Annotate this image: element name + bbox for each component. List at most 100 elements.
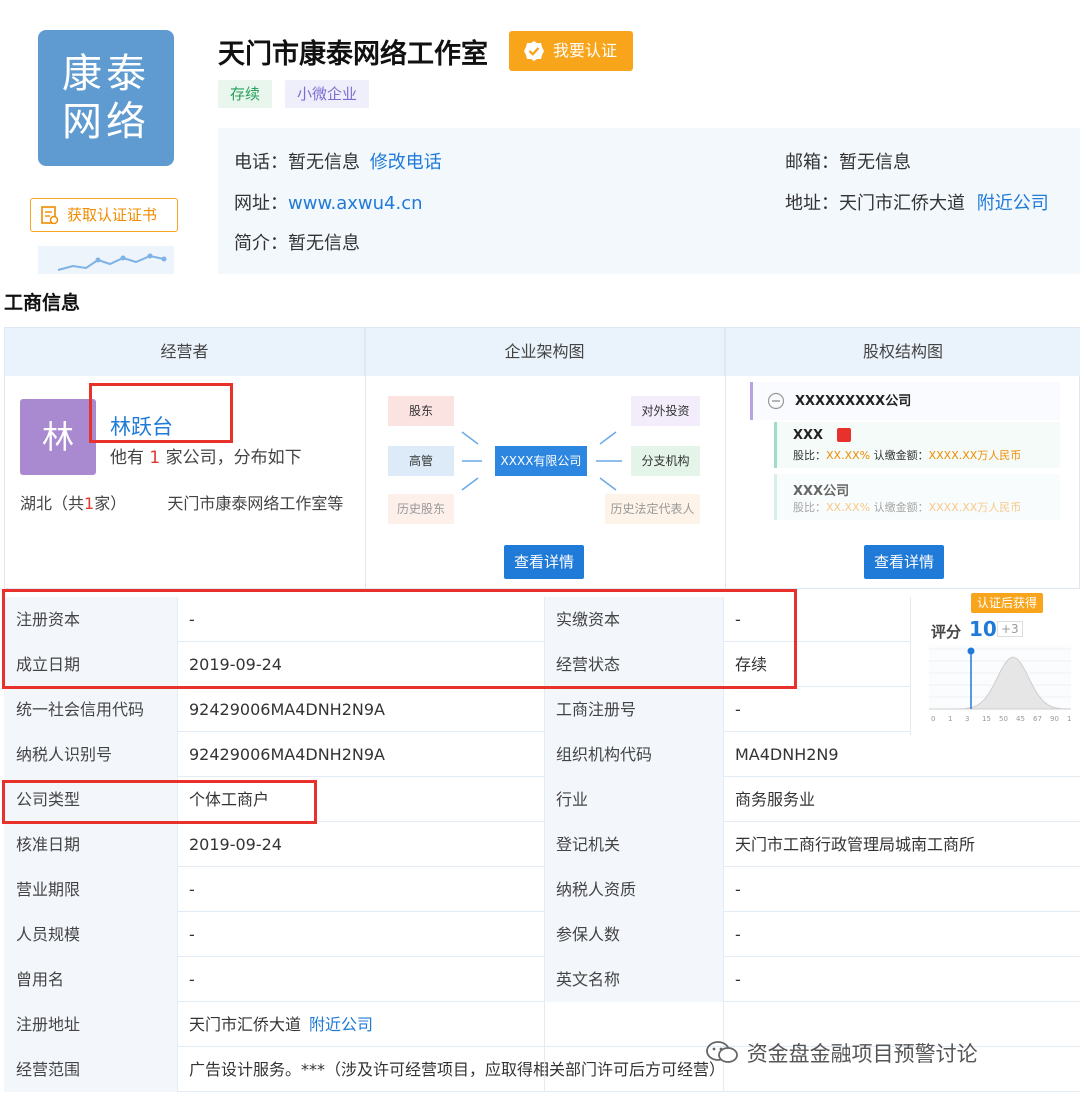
region-row[interactable]: 湖北（共1家） 天门市康泰网络工作室等 (20, 490, 343, 514)
node-2-ratio-label: 股比： (793, 501, 826, 514)
address-row: 地址：天门市汇侨大道 附近公司 (785, 189, 1049, 215)
intro-label: 简介： (234, 233, 288, 254)
field-value: - (735, 970, 741, 989)
email-label: 邮箱： (785, 152, 839, 173)
panel-divider (725, 328, 726, 590)
address-value: 天门市汇侨大道 (839, 193, 965, 214)
nearby-company-link[interactable]: 附近公司 (309, 1015, 373, 1034)
field-label: 行业 (544, 777, 723, 822)
phone-row: 电话：暂无信息 修改电话 (234, 148, 442, 174)
score-label: 评分 (931, 623, 962, 641)
collapse-icon[interactable] (767, 392, 785, 410)
website-label: 网址： (234, 193, 288, 214)
website-link[interactable]: www.axwu4.cn (288, 193, 423, 214)
field-label: 工商注册号 (544, 687, 723, 732)
table-row: 核准日期 2019-09-24 登记机关 天门市工商行政管理局城南工商所 (4, 822, 1080, 867)
score-distribution-chart: 0 1 3 15 50 45 67 90 100 (929, 645, 1071, 723)
score-bonus: +3 (997, 621, 1023, 637)
size-badge: 小微企业 (285, 80, 370, 108)
reg-address-value: 天门市汇侨大道 (189, 1015, 302, 1034)
field-label: 人员规模 (4, 912, 177, 957)
field-label: 纳税人识别号 (4, 732, 177, 777)
field-label: 纳税人资质 (544, 867, 723, 912)
avatar: 林 (20, 399, 96, 475)
score-axis-tick: 0 (931, 715, 935, 723)
intro-value: 暂无信息 (288, 233, 360, 254)
region-count: 1 (84, 494, 95, 513)
equity-root-row: XXXXXXXXX公司 (750, 382, 1060, 420)
field-label: 曾用名 (4, 957, 177, 1002)
equity-node-1: XXX 股比：XX.XX% 认缴金额：XXXX.XX万人民币 (774, 422, 1060, 468)
field-label: 注册地址 (4, 1002, 177, 1047)
field-value: MA4DNH2N9 (735, 745, 839, 764)
field-value: - (189, 970, 195, 989)
intro-row: 简介：暂无信息 (234, 229, 360, 255)
node-1-ratio-label: 股比： (793, 449, 826, 462)
wechat-icon (706, 1041, 738, 1063)
logo-line-2: 网络 (62, 99, 150, 145)
nearby-company-link[interactable]: 附近公司 (977, 193, 1049, 214)
field-label: 营业期限 (4, 867, 177, 912)
watermark-text: 资金盘金融项目预警讨论 (746, 1042, 978, 1066)
equity-chart-detail-button[interactable]: 查看详情 (864, 545, 944, 579)
table-row: 营业期限 - 纳税人资质 - (4, 867, 1080, 912)
score-axis-tick: 50 (999, 715, 1008, 723)
field-label: 登记机关 (544, 822, 723, 867)
org-chart: 股东 高管 历史股东 XXXX有限公司 对外投资 分支机构 历史法定代表人 (388, 390, 700, 524)
equity-root-name: XXXXXXXXX公司 (795, 394, 912, 409)
score-axis-tick: 45 (1016, 715, 1025, 723)
node-1-ratio: XX.XX% (826, 449, 871, 462)
score-marker-pin (967, 647, 975, 655)
verify-button[interactable]: 我要认证 (509, 31, 633, 71)
operator-panel-header: 经营者 (5, 328, 365, 376)
org-arrows (461, 431, 622, 491)
field-value: 天门市工商行政管理局城南工商所 (735, 835, 976, 854)
node-2-ratio: XX.XX% (826, 501, 871, 514)
equity-node-1-detail: 股比：XX.XX% 认缴金额：XXXX.XX万人民币 (793, 447, 1021, 463)
region-prefix: 湖北（共 (20, 494, 85, 513)
field-label: 英文名称 (544, 957, 723, 1002)
node-1-amount: XXXX.XX万人民币 (928, 449, 1022, 462)
field-value: 商务服务业 (735, 790, 816, 809)
sparkline-graphic (57, 253, 167, 271)
email-row: 邮箱：暂无信息 (785, 148, 911, 174)
verified-badge-icon (524, 41, 544, 61)
watermark: 资金盘金融项目预警讨论 (704, 1038, 978, 1068)
field-label: 核准日期 (4, 822, 177, 867)
node-2-amount: XXXX.XX万人民币 (928, 501, 1022, 514)
logo-line-1: 康泰 (62, 51, 150, 97)
table-row: 统一社会信用代码 92429006MA4DNH2N9A 工商注册号 - (4, 687, 910, 732)
equity-chart: XXXXXXXXX公司 XXX 股比：XX.XX% 认缴金额：XXXX.XX万人… (750, 378, 1060, 526)
contact-info-panel: 电话：暂无信息 修改电话 邮箱：暂无信息 网址：www.axwu4.cn 地址：… (218, 128, 1080, 274)
score-widget: 认证后获得 评分 10 +3 0 1 3 15 50 45 67 90 100 (910, 593, 1080, 735)
get-certificate-label: 获取认证证书 (67, 206, 158, 224)
table-row: 纳税人识别号 92429006MA4DNH2N9A 组织机构代码 MA4DNH2N9 (4, 732, 1080, 777)
field-value: - (735, 880, 741, 899)
highlight-box-operator (89, 383, 233, 443)
equity-panel-header: 股权结构图 (725, 328, 1080, 376)
certificate-icon (41, 206, 59, 225)
table-row: 曾用名 - 英文名称 - (4, 957, 1080, 1002)
score-axis-tick: 100 (1067, 715, 1071, 723)
status-badge: 存续 (218, 80, 273, 108)
score-value: 10 (969, 617, 997, 641)
summary-prefix: 他有 (110, 448, 144, 468)
org-chart-detail-button[interactable]: 查看详情 (504, 545, 584, 579)
edit-phone-link[interactable]: 修改电话 (370, 152, 442, 173)
equity-node-2-detail: 股比：XX.XX% 认缴金额：XXXX.XX万人民币 (793, 499, 1021, 515)
address-label: 地址： (785, 193, 839, 214)
equity-node-2: XXX公司 股比：XX.XX% 认缴金额：XXXX.XX万人民币 (774, 474, 1060, 520)
get-certificate-button[interactable]: 获取认证证书 (30, 198, 178, 232)
region-companies: 天门市康泰网络工作室等 (167, 494, 344, 513)
email-value: 暂无信息 (839, 152, 911, 173)
field-label: 统一社会信用代码 (4, 687, 177, 732)
field-value: 92429006MA4DNH2N9A (189, 745, 385, 764)
score-axis-tick: 1 (948, 715, 952, 723)
node-2-amount-label: 认缴金额： (873, 501, 929, 514)
equity-node-2-name: XXX公司 (793, 484, 850, 499)
score-badge: 认证后获得 (971, 593, 1044, 613)
phone-label: 电话： (234, 152, 288, 173)
trend-sparkline (38, 246, 174, 274)
score-axis-tick: 15 (982, 715, 991, 723)
field-value: 92429006MA4DNH2N9A (189, 700, 385, 719)
